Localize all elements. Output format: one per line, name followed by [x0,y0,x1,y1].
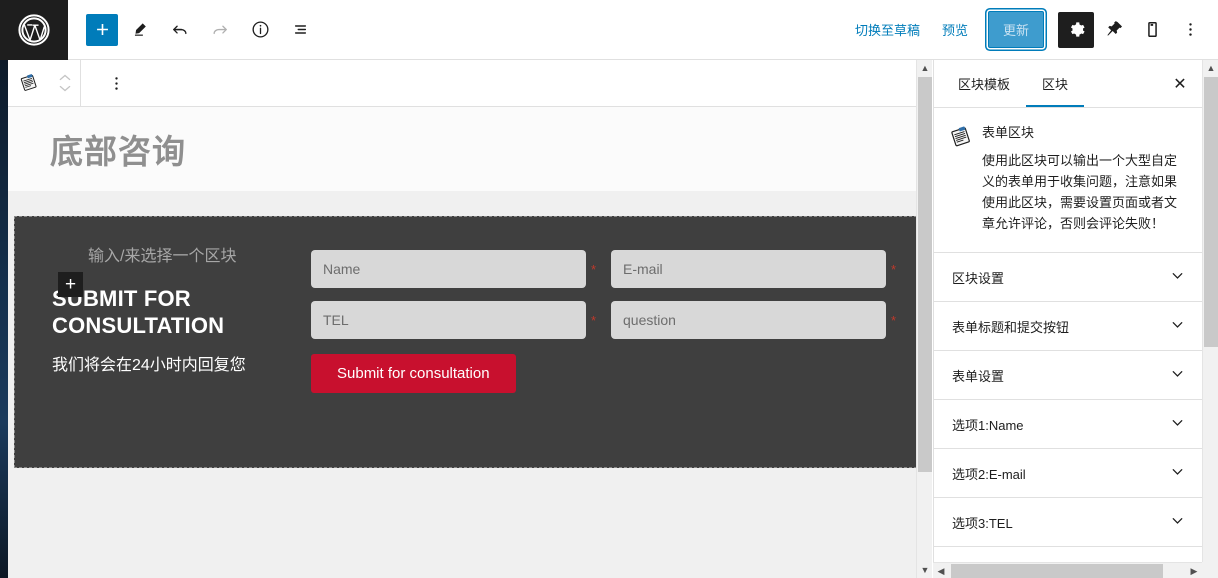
panel-label: 选项3:TEL [952,515,1013,531]
sidebar-panel-form-title-submit[interactable]: 表单标题和提交按钮 [934,302,1202,352]
page-title[interactable]: 底部咨询 [50,125,186,173]
scroll-left-arrow-icon[interactable]: ◀ [933,563,949,578]
chevron-down-icon [1169,267,1186,287]
form-row-2: * * [311,301,903,339]
switch-to-draft-button[interactable]: 切换至草稿 [845,14,930,45]
add-block-button[interactable] [86,13,118,46]
top-toolbar: 切换至草稿 预览 更新 [0,0,1218,60]
edit-tool-button[interactable] [122,12,158,48]
block-description-panel: 表单区块 使用此区块可以输出一个大型自定义的表单用于收集问题，注意如果使用此区块… [934,108,1202,254]
name-field-cell: * [311,250,596,288]
block-movers[interactable] [50,60,80,107]
panel-label: 选项2:E-mail [952,466,1026,482]
sidebar-panel-option-1-name[interactable]: 选项1:Name [934,400,1202,450]
sidebar-panel-form-settings[interactable]: 表单设置 [934,351,1202,401]
block-inserter-plus-icon[interactable]: + [58,272,83,297]
admin-sidebar-strip [0,60,8,578]
top-right-tools: 切换至草稿 预览 更新 [845,11,1218,48]
question-field-cell: * [611,301,896,339]
tab-block[interactable]: 区块 [1026,60,1084,107]
post-canvas: 底部咨询 输入/来选择一个区块 + SUBMIT FOR CONSULTATIO… [8,107,930,578]
form-row-1: * * [311,250,903,288]
settings-sidebar: 区块模板 区块 ✕ 表单区块 使用此区块可以输出一个大型自定义的表单用于收集问题… [933,60,1202,578]
form-heading[interactable]: SUBMIT FOR CONSULTATION [52,286,307,340]
block-description-title: 表单区块 [982,125,1035,140]
editor-app: 切换至草稿 预览 更新 底部咨询 输入/来选择一个区块 + SUBMIT FOR… [0,0,1218,578]
sidebar-panel-option-2-email[interactable]: 选项2:E-mail [934,449,1202,499]
scroll-up-arrow-icon[interactable]: ▲ [917,60,933,76]
redo-button[interactable] [202,12,238,48]
block-description-body: 表单区块 使用此区块可以输出一个大型自定义的表单用于收集问题，注意如果使用此区块… [982,122,1188,234]
scrollbar-corner [1202,562,1218,578]
panel-label: 表单设置 [952,368,1005,384]
block-toolbar-left [8,60,80,107]
block-options-icon[interactable] [95,60,137,107]
mobile-device-icon[interactable] [1134,12,1170,48]
list-view-icon[interactable] [282,12,318,48]
block-description-text: 使用此区块可以输出一个大型自定义的表单用于收集问题，注意如果使用此区块，需要设置… [982,153,1178,232]
question-required-mark: * [890,312,896,328]
sidebar-horizontal-scrollbar[interactable]: ◀ ▶ [933,562,1202,578]
post-title-band: 底部咨询 [8,107,930,192]
toolbar-divider [80,60,81,107]
sidebar-hscroll-thumb[interactable] [951,564,1163,578]
panel-label: 选项1:Name [952,417,1024,433]
form-block-icon[interactable] [8,60,50,107]
email-input[interactable] [611,250,886,288]
top-left-tools [68,12,318,48]
form-fields-area: * * * [307,250,903,393]
email-required-mark: * [890,261,896,277]
block-placeholder-text[interactable]: 输入/来选择一个区块 [88,242,236,266]
tel-field-cell: * [311,301,596,339]
chevron-down-icon [1169,414,1186,434]
update-button[interactable]: 更新 [987,11,1044,48]
undo-button[interactable] [162,12,198,48]
name-required-mark: * [590,261,596,277]
panel-label: 区块设置 [952,270,1005,286]
form-block-icon [948,122,982,234]
chevron-down-icon [1169,463,1186,483]
chevron-down-icon [1169,512,1186,532]
chevron-down-icon [1169,316,1186,336]
sidebar-vertical-scrollbar[interactable]: ▲ ▼ [1202,60,1218,578]
scroll-right-arrow-icon[interactable]: ▶ [1186,563,1202,578]
sidebar-panel-option-3-tel[interactable]: 选项3:TEL [934,498,1202,548]
tab-block-template[interactable]: 区块模板 [942,60,1026,107]
sidebar-tabs: 区块模板 区块 ✕ [934,60,1202,108]
email-field-cell: * [611,250,896,288]
form-block[interactable]: 输入/来选择一个区块 + SUBMIT FOR CONSULTATION 我们将… [14,216,917,468]
gear-icon[interactable] [1058,11,1094,48]
preview-button[interactable]: 预览 [932,14,978,45]
sidebar-panel-block-settings[interactable]: 区块设置 [934,253,1202,303]
form-block-left-column: 输入/来选择一个区块 + SUBMIT FOR CONSULTATION 我们将… [52,248,307,393]
form-subheading[interactable]: 我们将会在24小时内回复您 [52,351,307,375]
sidebar-scroll-thumb[interactable] [1204,77,1218,347]
tel-required-mark: * [590,312,596,328]
tel-input[interactable] [311,301,586,339]
pin-icon[interactable] [1096,12,1132,48]
editor-canvas-region: 底部咨询 输入/来选择一个区块 + SUBMIT FOR CONSULTATIO… [0,60,930,578]
three-dots-vertical-icon[interactable] [1172,12,1208,48]
submit-consultation-button[interactable]: Submit for consultation [311,354,516,393]
name-input[interactable] [311,250,586,288]
block-toolbar [8,60,930,107]
chevron-down-icon [1169,365,1186,385]
editor-scroll-thumb[interactable] [918,77,932,472]
panel-label: 表单标题和提交按钮 [952,319,1070,335]
form-block-inner: 输入/来选择一个区块 + SUBMIT FOR CONSULTATION 我们将… [14,216,917,393]
close-icon[interactable]: ✕ [1166,70,1194,98]
scroll-down-arrow-icon[interactable]: ▼ [917,562,933,578]
wordpress-logo-icon[interactable] [0,0,68,60]
sidebar-scroll-up-arrow-icon[interactable]: ▲ [1203,60,1218,76]
question-input[interactable] [611,301,886,339]
info-circle-icon[interactable] [242,12,278,48]
editor-vertical-scrollbar[interactable]: ▲ ▼ [916,60,932,578]
